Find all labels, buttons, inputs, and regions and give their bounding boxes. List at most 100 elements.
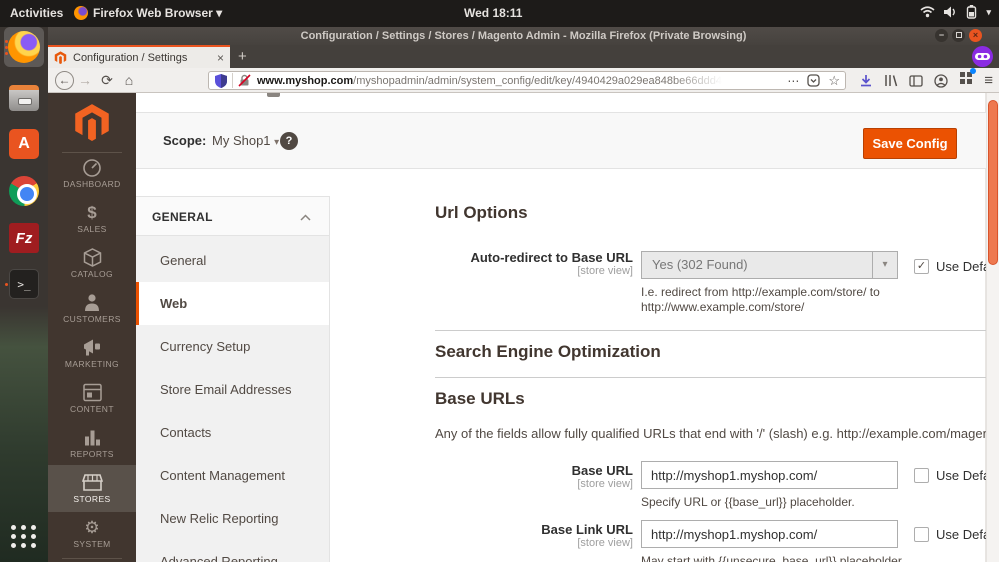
battery-icon	[966, 5, 977, 19]
page-actions-icon[interactable]: ⋯	[787, 74, 799, 88]
dock-terminal[interactable]: >_	[4, 264, 44, 304]
sidebar-toggle-icon[interactable]	[909, 75, 923, 87]
firefox-app-icon	[74, 6, 88, 20]
minimize-button[interactable]: −	[935, 29, 948, 42]
submenu-item-contacts[interactable]: Contacts	[136, 411, 329, 454]
sales-icon: $	[48, 203, 136, 222]
forward-button[interactable]: →	[74, 71, 96, 89]
sidebar-item-marketing[interactable]: MARKETING	[48, 338, 136, 382]
submenu-item-web[interactable]: Web	[136, 282, 329, 325]
activities-button[interactable]: Activities	[10, 6, 63, 20]
downloads-icon[interactable]	[859, 74, 873, 88]
tracking-protection-shield-icon[interactable]	[215, 74, 227, 88]
dock-filezilla[interactable]: Fz	[4, 218, 44, 258]
field-note-base-link-url: May start with {{unsecure_base_url}} pla…	[641, 554, 905, 562]
tab-favicon	[54, 51, 67, 64]
url-domain: www.myshop.com	[257, 75, 353, 87]
magento-sidebar: DASHBOARD $ SALES CATALOG CUSTOMERS MARK…	[48, 93, 136, 562]
scope-switcher[interactable]: My Shop1 ▾	[212, 133, 279, 148]
divider	[435, 377, 999, 378]
files-icon	[9, 85, 39, 111]
home-button[interactable]: ⌂	[118, 71, 140, 89]
firefox-window: Configuration / Settings / Stores / Mage…	[48, 27, 999, 562]
dock-ubuntu-software[interactable]: A	[4, 124, 44, 164]
use-default-checkbox-auto-redirect[interactable]: ✓	[914, 259, 929, 274]
tab-configuration-settings[interactable]: Configuration / Settings ×	[48, 45, 230, 68]
clipped-page-element	[267, 93, 280, 97]
submenu-item-content-management[interactable]: Content Management	[136, 454, 329, 497]
magento-logo[interactable]	[74, 103, 110, 141]
field-label-base-url: Base URL	[435, 463, 633, 478]
system-tray[interactable]: ▾	[920, 5, 991, 19]
select-caret-icon: ▾	[872, 252, 897, 278]
auto-redirect-select[interactable]: Yes (302 Found) ▾	[641, 251, 898, 279]
divider	[62, 558, 122, 559]
base-url-input[interactable]	[641, 461, 898, 489]
submenu-item-general[interactable]: General	[136, 239, 329, 282]
pocket-icon[interactable]	[807, 74, 820, 87]
reload-button[interactable]: ⟳	[96, 71, 118, 89]
filezilla-icon: Fz	[9, 223, 39, 253]
scrollbar-thumb[interactable]	[988, 100, 998, 265]
account-icon[interactable]	[934, 74, 948, 88]
magento-content: Scope: My Shop1 ▾ ? Save Config GENERAL …	[136, 93, 986, 562]
firefox-icon	[8, 31, 40, 63]
window-titlebar[interactable]: Configuration / Settings / Stores / Mage…	[48, 27, 999, 45]
close-button[interactable]: ×	[969, 29, 982, 42]
app-menu-button[interactable]: Firefox Web Browser ▾	[93, 6, 222, 20]
navigation-toolbar: ← → ⟳ ⌂ www.myshop.com/myshopadmin/admin…	[48, 68, 999, 93]
sidebar-item-content[interactable]: CONTENT	[48, 383, 136, 427]
url-path: /myshopadmin/admin/system_config/edit/ke…	[353, 75, 722, 87]
submenu-item-currency-setup[interactable]: Currency Setup	[136, 325, 329, 368]
chevron-up-icon	[300, 214, 311, 221]
private-mask-icon	[975, 53, 990, 61]
sidebar-item-catalog[interactable]: CATALOG	[48, 248, 136, 292]
sidebar-item-stores[interactable]: STORES	[48, 465, 136, 512]
submenu-item-store-email-addresses[interactable]: Store Email Addresses	[136, 368, 329, 411]
dock-firefox[interactable]	[4, 27, 44, 67]
sidebar-item-system[interactable]: ⚙ SYSTEM	[48, 518, 136, 562]
extensions-button[interactable]	[959, 71, 973, 90]
section-title-seo: Search Engine Optimization	[435, 342, 661, 362]
tab-bar: Configuration / Settings × +	[48, 45, 999, 68]
tab-close-icon[interactable]: ×	[217, 51, 224, 65]
base-link-url-input[interactable]	[641, 520, 898, 548]
show-apps-icon	[11, 525, 37, 548]
page-viewport: DASHBOARD $ SALES CATALOG CUSTOMERS MARK…	[48, 93, 999, 562]
dock-show-applications[interactable]	[4, 516, 44, 556]
caret-down-icon: ▾	[216, 6, 222, 20]
dock-chrome[interactable]	[4, 171, 44, 211]
sidebar-item-dashboard[interactable]: DASHBOARD	[48, 158, 136, 202]
clock[interactable]: Wed 18:11	[464, 6, 522, 20]
url-bar[interactable]: www.myshop.com/myshopadmin/admin/system_…	[208, 71, 846, 90]
dock-files[interactable]	[4, 78, 44, 118]
maximize-button[interactable]	[952, 29, 965, 42]
field-scope-base-url: [store view]	[435, 478, 633, 490]
field-scope-auto-redirect: [store view]	[435, 265, 633, 277]
submenu-group-general[interactable]: GENERAL	[136, 196, 329, 236]
volume-icon	[944, 6, 957, 18]
use-default-checkbox-base-link-url[interactable]	[914, 527, 929, 542]
new-tab-button[interactable]: +	[238, 47, 247, 67]
use-default-checkbox-base-url[interactable]	[914, 468, 929, 483]
sidebar-item-customers[interactable]: CUSTOMERS	[48, 293, 136, 337]
dashboard-icon	[82, 158, 102, 177]
caret-down-icon: ▾	[274, 137, 279, 148]
terminal-icon: >_	[9, 269, 39, 299]
bookmark-star-icon[interactable]: ☆	[828, 73, 840, 89]
submenu-item-new-relic-reporting[interactable]: New Relic Reporting	[136, 497, 329, 540]
scope-help-icon[interactable]: ?	[280, 132, 298, 150]
submenu-item-advanced-reporting[interactable]: Advanced Reporting	[136, 540, 329, 562]
library-icon[interactable]	[884, 74, 898, 87]
sidebar-item-sales[interactable]: $ SALES	[48, 203, 136, 247]
tab-title: Configuration / Settings	[73, 52, 211, 64]
stores-icon	[82, 473, 103, 492]
back-button[interactable]: ←	[55, 71, 74, 90]
wifi-icon	[920, 6, 935, 18]
config-submenu: GENERAL General Web Currency Setup Store…	[136, 196, 330, 562]
insecure-connection-icon[interactable]	[238, 74, 251, 87]
config-form: Url Options Auto-redirect to Base URL [s…	[435, 93, 999, 562]
scrollbar-track[interactable]	[986, 93, 999, 562]
chrome-icon	[9, 176, 39, 206]
menu-icon[interactable]: ≡	[984, 72, 993, 89]
